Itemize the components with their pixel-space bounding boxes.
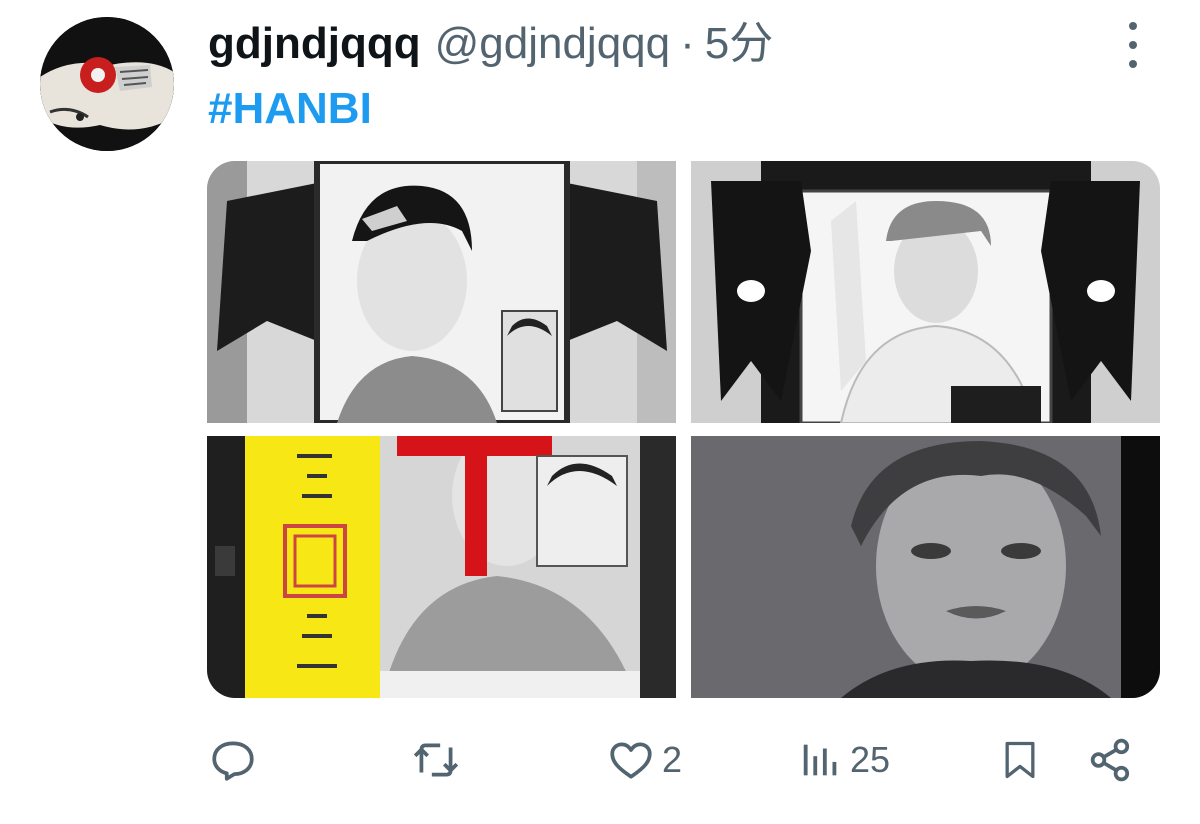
- heart-icon: [610, 742, 652, 779]
- tweet: gdjndjqqq @gdjndjqqq · 5分 #HANBI 2 25: [0, 0, 1200, 824]
- media-photo-4[interactable]: [691, 436, 1160, 698]
- more-dot: [1129, 41, 1137, 49]
- views-icon: [803, 744, 837, 776]
- bookmark-button[interactable]: [998, 728, 1042, 792]
- user-handle[interactable]: @gdjndjqqq: [435, 18, 671, 70]
- share-icon: [1090, 738, 1130, 782]
- tweet-header: gdjndjqqq @gdjndjqqq · 5分: [208, 18, 773, 70]
- media-photo-3[interactable]: [207, 436, 676, 698]
- more-dot: [1129, 22, 1137, 30]
- views-count: 25: [850, 739, 891, 780]
- reply-button[interactable]: [208, 728, 258, 792]
- photo-talisman-and-poster: [207, 436, 676, 698]
- more-dot: [1129, 60, 1137, 68]
- hashtag-link[interactable]: #HANBI: [208, 83, 372, 135]
- reply-icon: [212, 741, 254, 781]
- bookmark-icon: [1005, 741, 1035, 779]
- more-options-icon[interactable]: [1118, 22, 1148, 68]
- photo-grayscale-closeup: [691, 436, 1160, 698]
- media-photo-2[interactable]: [691, 161, 1160, 423]
- retweet-button[interactable]: [410, 728, 462, 792]
- like-count: 2: [662, 739, 683, 780]
- photo-memorial-portrait-ribbons: [207, 161, 676, 423]
- like-button[interactable]: 2: [606, 728, 682, 792]
- share-button[interactable]: [1086, 728, 1136, 792]
- retweet-icon: [413, 743, 459, 777]
- timestamp[interactable]: 5分: [705, 18, 773, 70]
- media-photo-1[interactable]: [207, 161, 676, 423]
- separator-dot: ·: [680, 19, 695, 68]
- avatar[interactable]: [40, 17, 174, 151]
- avatar-image: [40, 17, 174, 151]
- views-button[interactable]: 25: [798, 728, 890, 792]
- tweet-actions: 2 25: [0, 728, 1200, 792]
- photo-portrait-black-frame: [691, 161, 1160, 423]
- media-grid: [207, 161, 1160, 698]
- display-name[interactable]: gdjndjqqq: [208, 18, 421, 70]
